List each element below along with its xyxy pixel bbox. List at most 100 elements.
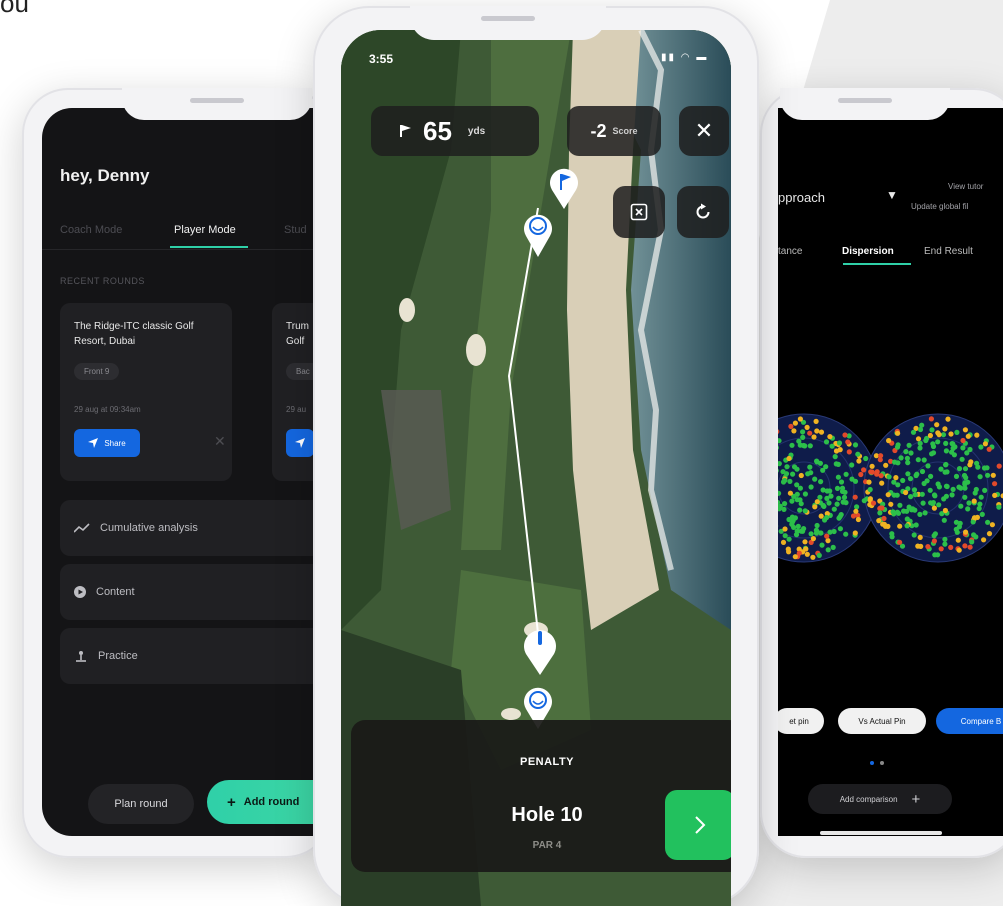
shot-dot — [943, 483, 950, 489]
round-course-name: The Ridge-ITC classic Golf Resort, Dubai — [74, 321, 194, 347]
shot-dot — [979, 511, 985, 517]
close-icon[interactable]: ✕ — [214, 433, 226, 450]
shot-dot — [973, 534, 979, 540]
shot-dot — [792, 420, 798, 426]
shot-dot — [960, 445, 966, 451]
pill-vs-actual-pin[interactable]: Vs Actual Pin — [838, 708, 926, 734]
shot-dot — [955, 537, 961, 543]
shot-dot — [852, 494, 858, 500]
shot-dot — [985, 472, 991, 478]
share-button[interactable]: Share — [74, 429, 140, 457]
shot-dot — [794, 491, 800, 497]
distance-unit: yds — [467, 125, 486, 137]
shot-dot — [996, 463, 1002, 469]
page-indicator — [870, 752, 890, 770]
greeting: hey, Denny — [60, 166, 150, 185]
dispersion-screen: pproach ▼ View tutor Update global fil t… — [778, 108, 1003, 836]
shot-dot — [928, 473, 934, 479]
shot-dot — [958, 503, 964, 509]
shot-dot — [797, 507, 803, 513]
shot-dot — [889, 534, 895, 540]
pill-compare[interactable]: Compare B — [936, 708, 1003, 734]
tab-end-result[interactable]: End Result — [924, 246, 973, 257]
shot-dot — [798, 472, 804, 479]
close-button[interactable]: ✕ — [679, 106, 729, 156]
tab-distance[interactable]: tance — [778, 246, 802, 257]
club-dropdown[interactable]: pproach — [778, 190, 825, 205]
shot-dot — [802, 491, 808, 497]
shot-dot — [780, 469, 786, 475]
menu-content[interactable]: Content — [60, 564, 332, 620]
view-tutorial-link[interactable]: View tutor — [948, 182, 983, 191]
tab-coach-mode[interactable]: Coach Mode — [60, 224, 122, 236]
shot-dot — [992, 492, 998, 498]
shot-dot — [802, 539, 808, 545]
shot-dot — [932, 493, 938, 499]
phone-notch — [122, 88, 312, 120]
shot-dot — [915, 457, 921, 463]
menu-cumulative-analysis[interactable]: Cumulative analysis — [60, 500, 332, 556]
shot-dot — [942, 541, 948, 547]
shot-dot — [930, 450, 937, 456]
shot-dot — [814, 428, 820, 434]
round-date: 29 aug at 09:34am — [74, 405, 141, 414]
round-card[interactable]: The Ridge-ITC classic Golf Resort, Dubai… — [60, 303, 232, 481]
shot-dot — [867, 486, 873, 493]
trend-icon — [74, 523, 90, 533]
home-screen: hey, Denny Coach Mode Player Mode Stud R… — [42, 108, 332, 836]
shot-dot — [915, 543, 921, 549]
clear-button[interactable] — [613, 186, 665, 238]
send-icon — [295, 438, 305, 448]
shot-dot — [931, 505, 937, 511]
plan-round-button[interactable]: Plan round — [88, 784, 194, 824]
shot-dot — [838, 479, 845, 485]
shot-dot — [816, 552, 822, 558]
tab-dispersion[interactable]: Dispersion — [842, 246, 894, 257]
share-button[interactable] — [286, 429, 314, 457]
shot-dot — [949, 449, 955, 455]
tee-marker-icon[interactable] — [521, 622, 559, 676]
pill-target-pin[interactable]: et pin — [778, 708, 824, 734]
shot-dot — [956, 524, 962, 530]
shot-dot — [790, 471, 796, 477]
home-indicator — [820, 831, 942, 835]
round-nine-chip: Front 9 — [74, 363, 120, 380]
shot-dot — [866, 479, 872, 485]
shot-dot — [968, 459, 974, 465]
round-date: 29 au — [286, 405, 307, 414]
shot-dot — [920, 500, 926, 506]
flag-icon — [400, 125, 411, 137]
menu-label: Content — [96, 586, 135, 598]
shot-dot — [978, 444, 984, 450]
battery-icon: ▬ — [696, 52, 709, 63]
shot-dot — [852, 478, 859, 484]
shot-dot — [885, 492, 891, 498]
shot-dot — [820, 502, 826, 508]
shot-dot — [911, 487, 918, 493]
dropdown-caret-icon[interactable]: ▼ — [886, 188, 898, 202]
shot-dot — [837, 447, 843, 453]
ball-target-icon[interactable] — [521, 210, 555, 258]
shot-dot — [938, 466, 944, 472]
shot-dot — [974, 432, 980, 438]
add-comparison-button[interactable]: Add comparison + — [808, 784, 952, 814]
next-hole-button[interactable] — [665, 790, 731, 860]
shot-dot — [820, 487, 826, 493]
phone-notch — [780, 88, 950, 120]
shot-dot — [800, 429, 806, 435]
tab-player-mode[interactable]: Player Mode — [174, 224, 236, 236]
shot-dot — [960, 437, 966, 444]
shot-dot — [943, 462, 949, 468]
update-global-filters-link[interactable]: Update global fil — [911, 202, 968, 211]
pin-flag-icon[interactable] — [547, 166, 581, 210]
shot-dot — [868, 469, 874, 475]
shot-dot — [963, 529, 969, 535]
shot-dot — [897, 523, 903, 529]
shot-dot — [789, 442, 795, 448]
reset-button[interactable] — [677, 186, 729, 238]
shot-dot — [903, 449, 909, 455]
menu-practice[interactable]: Practice — [60, 628, 332, 684]
shot-dot — [786, 536, 792, 542]
shot-dot — [966, 500, 972, 506]
tab-student-mode[interactable]: Stud — [284, 224, 307, 236]
